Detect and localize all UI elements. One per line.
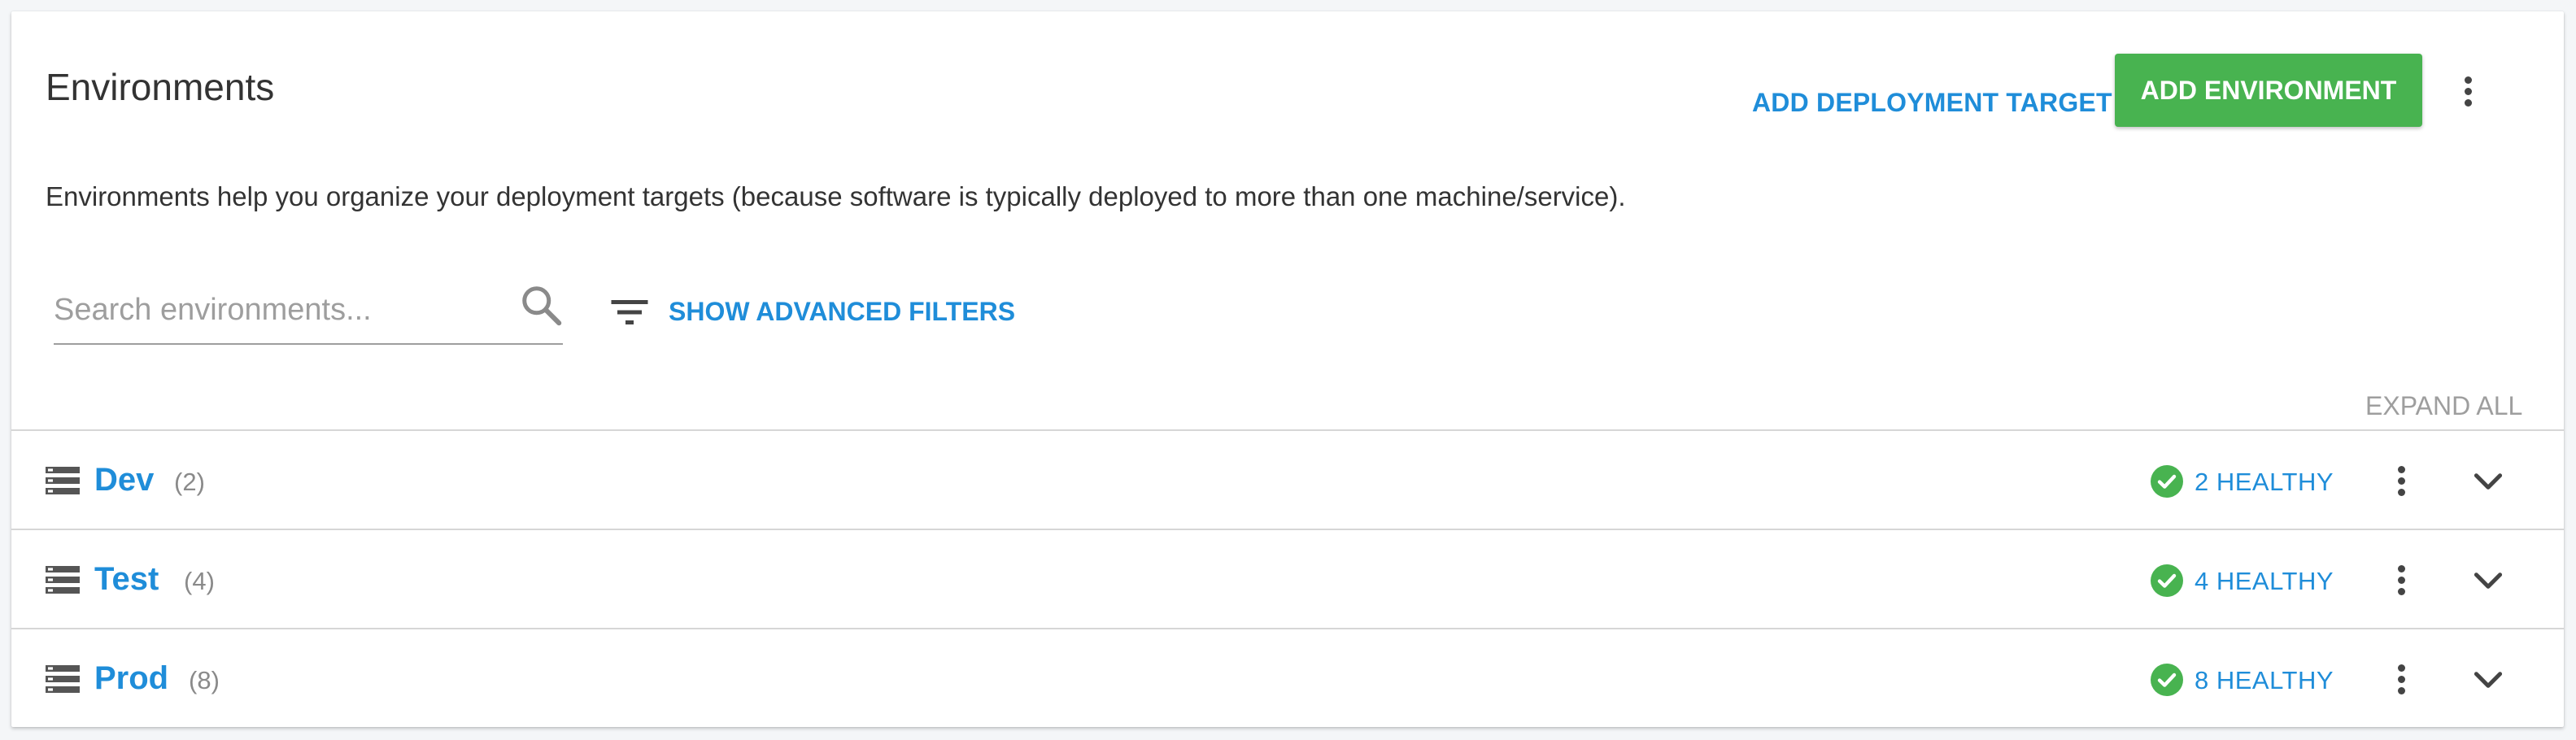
environment-name[interactable]: Prod (94, 659, 168, 698)
search-field (54, 280, 563, 345)
environment-target-count: (2) (174, 468, 205, 496)
environment-name[interactable]: Test (94, 559, 159, 599)
page-description: Environments help you organize your depl… (46, 181, 1626, 211)
environment-list: Dev (2) 2 HEALTHY Test (4) 4 HEALTHY Pro… (11, 429, 2564, 729)
health-status[interactable]: 2 HEALTHY (2195, 467, 2334, 497)
page-title: Environments (46, 66, 275, 108)
health-status[interactable]: 8 HEALTHY (2195, 665, 2334, 695)
environment-target-count: (8) (189, 666, 220, 694)
environments-card: Environments ADD DEPLOYMENT TARGET ADD E… (11, 11, 2564, 727)
add-environment-button[interactable]: ADD ENVIRONMENT (2115, 54, 2422, 127)
environment-menu-icon[interactable] (2377, 555, 2426, 604)
show-advanced-filters-button[interactable]: SHOW ADVANCED FILTERS (669, 291, 1015, 332)
search-icon[interactable] (517, 281, 566, 330)
environment-row-test[interactable]: Test (4) 4 HEALTHY (11, 530, 2564, 629)
expand-all-button[interactable]: EXPAND ALL (2356, 385, 2532, 426)
filter-icon[interactable] (605, 288, 654, 337)
environment-target-count: (4) (184, 567, 215, 595)
search-input[interactable] (54, 285, 493, 335)
health-status[interactable]: 4 HEALTHY (2195, 566, 2334, 596)
server-stack-icon (46, 467, 80, 494)
chevron-down-icon[interactable] (2468, 559, 2508, 600)
server-stack-icon (46, 665, 80, 693)
environment-row-prod[interactable]: Prod (8) 8 HEALTHY (11, 629, 2564, 729)
check-circle-icon (2151, 465, 2183, 498)
environment-name[interactable]: Dev (94, 460, 154, 499)
chevron-down-icon[interactable] (2468, 659, 2508, 699)
chevron-down-icon[interactable] (2468, 460, 2508, 501)
add-deployment-target-button[interactable]: ADD DEPLOYMENT TARGET (1742, 78, 2122, 127)
check-circle-icon (2151, 664, 2183, 696)
check-circle-icon (2151, 564, 2183, 597)
environment-row-dev[interactable]: Dev (2) 2 HEALTHY (11, 431, 2564, 530)
page-overflow-menu-icon[interactable] (2443, 67, 2492, 115)
server-stack-icon (46, 566, 80, 594)
environment-menu-icon[interactable] (2377, 655, 2426, 703)
environment-menu-icon[interactable] (2377, 456, 2426, 505)
